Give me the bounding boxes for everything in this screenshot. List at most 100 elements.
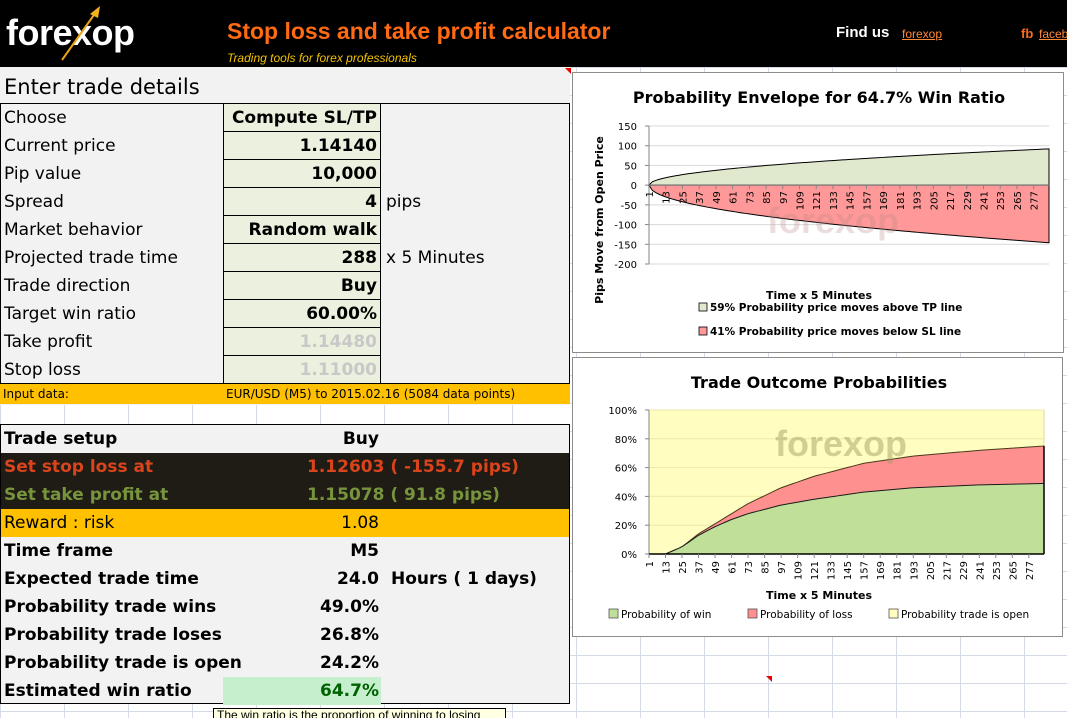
take-profit-value: 1.15078 ( 91.8 pips): [307, 485, 500, 505]
take-profit-label: Set take profit at: [4, 485, 169, 505]
comment-marker[interactable]: [565, 68, 571, 74]
input-row: Choose Compute SL/TP: [1, 104, 569, 132]
y-axis-title: Pips Move from Open Price: [593, 136, 606, 304]
time-frame-value: M5: [350, 541, 379, 561]
win-ratio-tooltip: The win ratio is the proportion of winni…: [213, 708, 506, 718]
input-label: Current price: [4, 136, 116, 156]
row-reward-risk: Reward : risk 1.08: [1, 509, 569, 537]
probability-envelope-chart[interactable]: Probability Envelope for 64.7% Win Ratio…: [572, 72, 1064, 353]
row-stop-loss: Set stop loss at 1.12603 ( -155.7 pips): [1, 453, 569, 481]
expected-time-value: 24.0: [337, 569, 379, 589]
fb-label: fb: [1021, 26, 1034, 41]
x-tick-label: 121: [810, 561, 821, 580]
x-tick-label: 49: [712, 191, 723, 204]
row-take-profit: Set take profit at 1.15078 ( 91.8 pips): [1, 481, 569, 509]
input-label: Spread: [4, 192, 64, 212]
input-field[interactable]: Compute SL/TP: [223, 104, 381, 132]
x-tick-label: 49: [711, 561, 722, 574]
legend-label: 59% Probability price moves above TP lin…: [710, 302, 962, 314]
x-tick-label: 13: [662, 561, 673, 574]
input-row: Projected trade time 288 x 5 Minutes: [1, 244, 569, 272]
input-field[interactable]: 60.00%: [223, 300, 381, 328]
legend-label: Probability of win: [621, 609, 711, 621]
win-ratio-value: 64.7%: [320, 681, 379, 701]
legend-swatch: [698, 326, 708, 336]
y-tick-label: 20%: [615, 521, 637, 532]
x-tick-label: 97: [777, 561, 788, 574]
comment-marker[interactable]: [766, 676, 772, 682]
trade-input-table: Choose Compute SL/TP Current price 1.14140 P…: [0, 103, 570, 385]
find-us-link[interactable]: forexop: [902, 27, 942, 41]
y-tick-label: 100%: [608, 406, 637, 417]
legend-swatch: [747, 608, 758, 619]
row-time-frame: Time frame M5: [1, 537, 569, 565]
y-tick-label: 150: [618, 122, 637, 133]
facebook-link[interactable]: facebook: [1039, 27, 1067, 41]
section-title-enter-trade: Enter trade details: [4, 75, 200, 99]
input-data-value: EUR/USD (M5) to 2015.02.16 (5084 data po…: [226, 387, 516, 401]
x-tick-label: 133: [827, 561, 838, 580]
input-field[interactable]: Buy: [223, 272, 381, 300]
input-row: Spread 4 pips: [1, 188, 569, 216]
chart-title: Probability Envelope for 64.7% Win Ratio: [633, 88, 1005, 107]
legend-swatch: [698, 302, 708, 312]
x-tick-label: 13: [662, 191, 673, 204]
probability-envelope-svg: Probability Envelope for 64.7% Win Ratio…: [593, 88, 1050, 338]
input-field[interactable]: 288: [223, 244, 381, 272]
y-tick-label: -50: [621, 201, 637, 212]
x-tick-label: 217: [946, 191, 957, 210]
logo-arrow-icon: [61, 6, 100, 61]
input-unit: pips: [386, 192, 422, 212]
row-prob-win: Probability trade wins 49.0%: [1, 593, 569, 621]
x-tick-label: 157: [860, 561, 871, 580]
input-data-label: Input data:: [3, 387, 69, 401]
prob-open-label: Probability trade is open: [4, 653, 242, 673]
input-field[interactable]: Random walk: [223, 216, 381, 244]
input-field[interactable]: 10,000: [223, 160, 381, 188]
legend-label: Probability trade is open: [901, 609, 1029, 621]
input-field[interactable]: 1.14140: [223, 132, 381, 160]
x-tick-label: 265: [1008, 561, 1019, 580]
x-tick-label: 217: [942, 561, 953, 580]
trade-outcome-chart[interactable]: Trade Outcome Probabilities 100% 80% 60% 40%…: [572, 357, 1063, 637]
expected-time-unit: Hours ( 1 days): [391, 569, 537, 589]
prob-win-value: 49.0%: [320, 597, 379, 617]
input-data-bar: Input data: EUR/USD (M5) to 2015.02.16 (…: [0, 383, 570, 404]
x-tick-label: 25: [678, 561, 689, 574]
x-tick-label: 1: [645, 561, 656, 567]
row-trade-setup: Trade setup Buy: [1, 425, 569, 453]
x-tick-label: 109: [794, 561, 805, 580]
x-tick-label: 73: [744, 561, 755, 574]
y-tick-label: -100: [614, 221, 637, 232]
x-tick-label: 61: [729, 191, 740, 204]
row-win-ratio: Estimated win ratio 64.7%: [1, 677, 569, 705]
input-unit: x 5 Minutes: [386, 248, 485, 268]
win-ratio-label: Estimated win ratio: [4, 681, 192, 701]
input-label: Pip value: [4, 164, 82, 184]
x-tick-label: 229: [963, 191, 974, 210]
x-tick-label: 253: [992, 561, 1003, 580]
y-tick-label: 50: [624, 161, 637, 172]
input-field[interactable]: 4: [223, 188, 381, 216]
chart-title: Trade Outcome Probabilities: [691, 373, 947, 392]
input-label: Projected trade time: [4, 248, 178, 268]
input-field[interactable]: 1.11000: [223, 356, 381, 384]
x-tick-label: 277: [1025, 561, 1036, 580]
prob-open-value: 24.2%: [320, 653, 379, 673]
reward-risk-label: Reward : risk: [4, 513, 115, 533]
x-tick-label: 277: [1030, 191, 1041, 210]
legend-swatch: [608, 608, 619, 619]
input-row: Pip value 10,000: [1, 160, 569, 188]
header: forexop Stop loss and take profit calcul…: [0, 0, 1067, 67]
x-tick-label: 241: [975, 561, 986, 580]
x-tick-label: 85: [761, 561, 772, 574]
expected-time-label: Expected trade time: [4, 569, 199, 589]
x-tick-label: 25: [678, 191, 689, 204]
input-row: Target win ratio 60.00%: [1, 300, 569, 328]
watermark: forexop: [767, 200, 899, 241]
x-axis-title: Time x 5 Minutes: [766, 289, 873, 302]
input-field[interactable]: 1.14480: [223, 328, 381, 356]
x-tick-label: 265: [1013, 191, 1024, 210]
row-prob-open: Probability trade is open 24.2%: [1, 649, 569, 677]
x-tick-label: 37: [695, 561, 706, 574]
